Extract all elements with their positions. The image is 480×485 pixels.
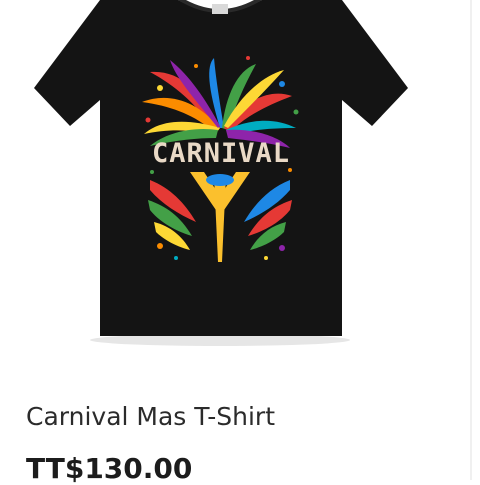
product-price: TT$130.00 bbox=[26, 452, 193, 485]
product-card[interactable]: CARNIVAL Carnival Mas T-Shirt TT$130.00 bbox=[0, 0, 480, 485]
product-title[interactable]: Carnival Mas T-Shirt bbox=[26, 402, 275, 431]
product-image[interactable]: CARNIVAL bbox=[0, 0, 470, 370]
shirt-design-text: CARNIVAL bbox=[151, 138, 291, 169]
size-tag bbox=[212, 4, 228, 14]
tshirt-illustration bbox=[34, 0, 408, 346]
